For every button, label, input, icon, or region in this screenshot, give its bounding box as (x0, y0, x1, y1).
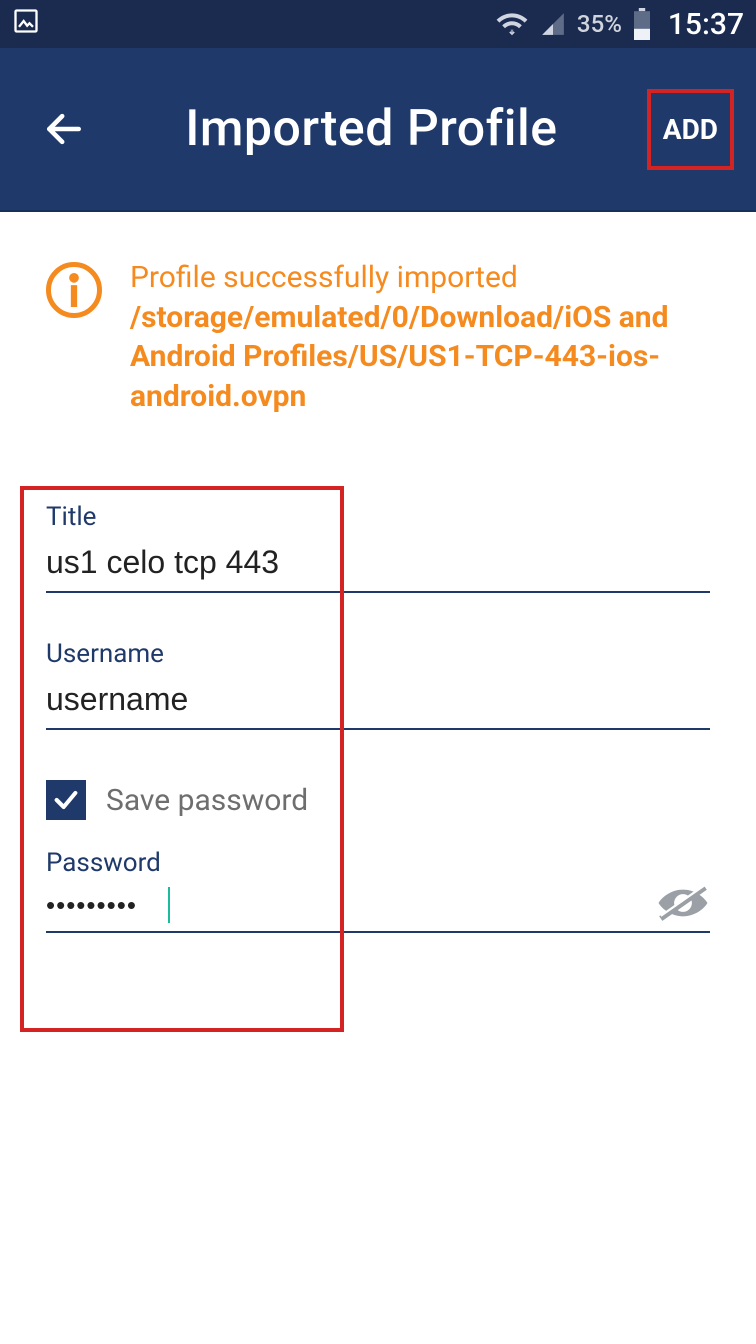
battery-icon (632, 8, 652, 40)
profile-form: Title Username Save password Password (0, 426, 756, 933)
title-label: Title (46, 502, 710, 532)
title-field: Title (46, 502, 710, 593)
page-title: Imported Profile (96, 100, 647, 158)
username-field: Username (46, 639, 710, 730)
username-input[interactable] (46, 675, 710, 730)
cell-signal-icon (539, 11, 567, 37)
clock: 15:37 (668, 7, 744, 42)
wifi-icon (495, 10, 529, 38)
picture-icon (12, 7, 40, 42)
save-password-row[interactable]: Save password (46, 776, 710, 820)
info-icon (46, 262, 102, 318)
add-button[interactable]: ADD (663, 113, 718, 146)
back-button[interactable] (32, 97, 96, 161)
password-label: Password (46, 848, 710, 878)
save-password-label: Save password (106, 783, 308, 818)
banner-message: Profile successfully imported (130, 258, 720, 298)
status-bar: 35% 15:37 (0, 0, 756, 48)
password-input[interactable] (46, 884, 710, 933)
username-label: Username (46, 639, 710, 669)
battery-percentage: 35% (577, 10, 622, 38)
banner-file-path: /storage/emulated/0/Download/iOS and And… (130, 298, 720, 417)
app-bar: Imported Profile ADD (0, 48, 756, 212)
save-password-checkbox[interactable] (46, 780, 86, 820)
toggle-password-visibility-icon[interactable] (656, 883, 710, 927)
title-input[interactable] (46, 538, 710, 593)
add-button-highlight: ADD (647, 89, 734, 170)
import-success-banner: Profile successfully imported /storage/e… (0, 212, 756, 426)
